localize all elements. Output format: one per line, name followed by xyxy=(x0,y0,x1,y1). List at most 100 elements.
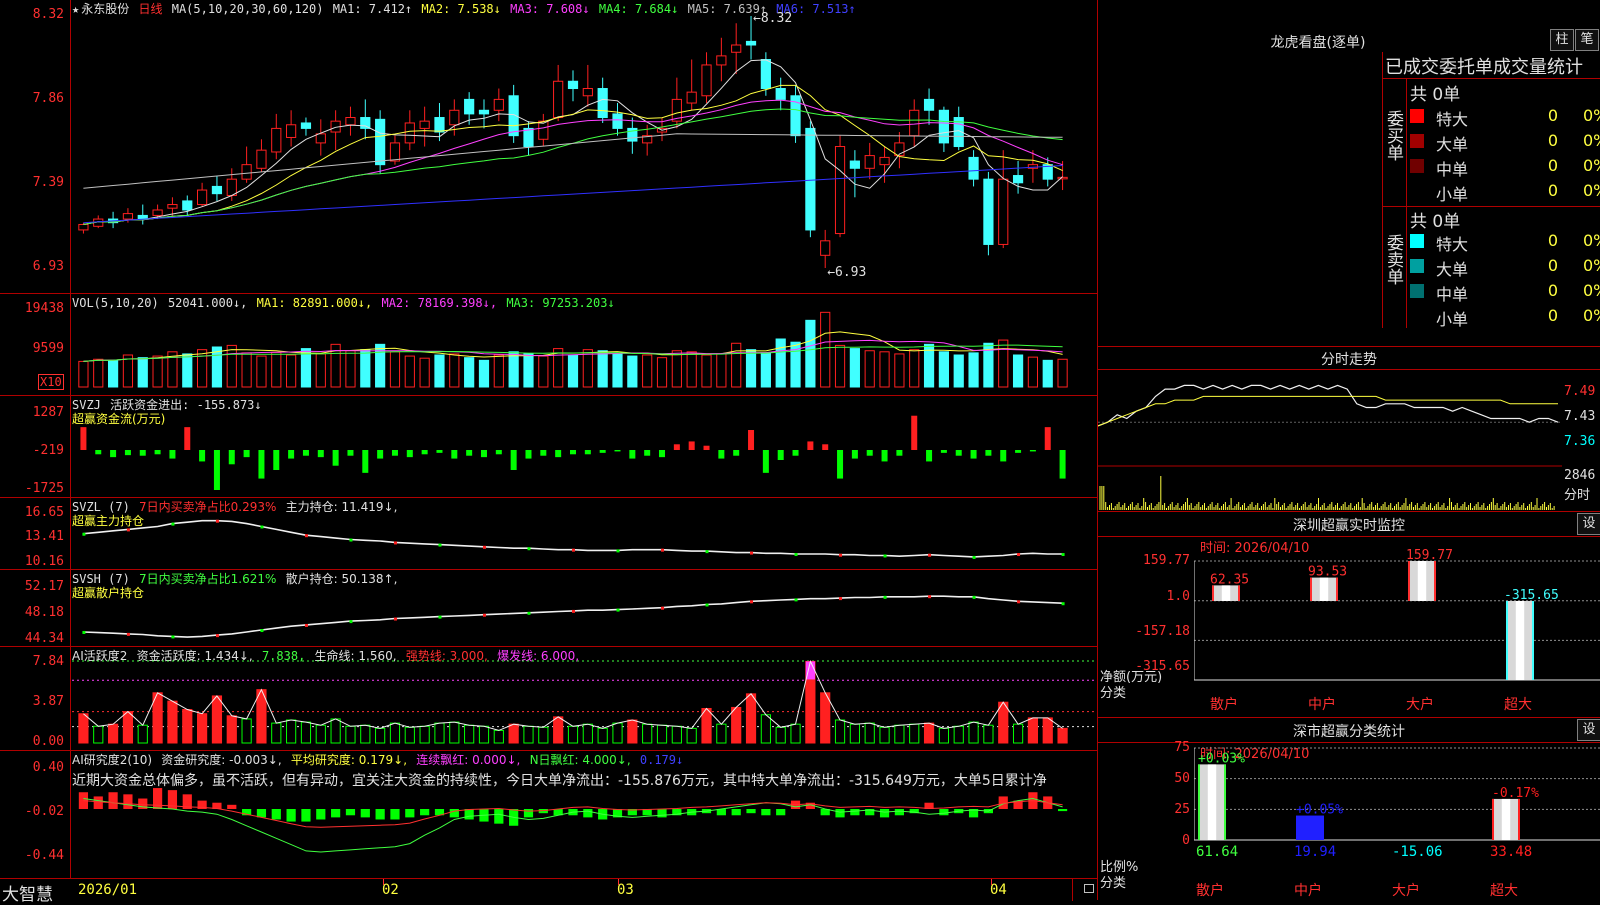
tick-mode-button[interactable]: 笔 xyxy=(1575,29,1599,51)
lock-icon[interactable] xyxy=(1084,884,1094,893)
stats-category-label: 中户 xyxy=(1294,882,1322,899)
volume-bar xyxy=(834,344,846,388)
brand-logo: 大智慧 xyxy=(2,885,53,905)
monitor-category-label: 中户 xyxy=(1308,696,1336,713)
active-bar xyxy=(182,709,193,744)
ai-active-panel[interactable]: 7.84 3.87 0.00 AI活跃度2 资金活跃度: 1.434↓, 7.8… xyxy=(0,647,1098,751)
sell-order-row: 大单 0 0% xyxy=(1408,254,1600,279)
buy-order-count: 0 xyxy=(1547,156,1558,175)
svsh-line-dot xyxy=(794,598,798,602)
research-bar xyxy=(420,809,430,816)
svzj-bar xyxy=(184,427,191,450)
volume-bar xyxy=(612,353,623,388)
active-bar xyxy=(775,726,786,744)
volume-bar xyxy=(226,344,237,388)
sz-stats-panel[interactable]: 深市超赢分类统计 设 时间: 2026/04/10 75 50 25 0 比例%… xyxy=(1098,718,1600,900)
sz-monitor-settings-button[interactable]: 设 xyxy=(1577,513,1600,535)
stats-value-label: 19.94 xyxy=(1294,844,1336,860)
ai-research-chart[interactable] xyxy=(72,751,1096,878)
svsh-line-dot xyxy=(1061,602,1065,606)
sz-stats-chart[interactable]: +0.03% 61.64 散户 +0.05% 19.94 中户 -15.06 大户 -0.17%… xyxy=(1194,743,1600,900)
buy-order-count: 0 xyxy=(1547,131,1558,150)
sell-order-percent: 0% xyxy=(1583,256,1600,275)
svzj-chart[interactable] xyxy=(72,396,1096,497)
monitor-bar-edge xyxy=(1408,561,1410,601)
ai-research-panel[interactable]: 0.40 -0.02 -0.44 AI研究度2(10) 资金研究度: -0.00… xyxy=(0,751,1098,878)
candle-body xyxy=(167,204,178,209)
svzl-line-dot xyxy=(616,549,620,553)
date-label: 04 xyxy=(990,882,1007,898)
active-bar xyxy=(449,721,460,744)
active-bar xyxy=(983,724,994,744)
active-bar xyxy=(567,725,579,744)
date-label: 2026/01 xyxy=(78,882,138,898)
svsh-chart[interactable] xyxy=(72,570,1096,646)
research-bar xyxy=(390,809,400,820)
kline-chart[interactable]: ←8.32 ←6.93 xyxy=(72,0,1096,293)
candle-body xyxy=(256,149,267,169)
svzj-bar xyxy=(377,450,384,459)
intraday-price-high: 7.49 xyxy=(1564,384,1596,399)
candle-body xyxy=(553,80,564,119)
sell-order-count: 0 xyxy=(1547,281,1558,300)
svzj-tick: -1725 xyxy=(24,481,64,496)
candle-body xyxy=(300,122,312,129)
bar-mode-button[interactable]: 柱 xyxy=(1550,29,1574,51)
sell-order-count: 0 xyxy=(1547,231,1558,250)
candle-body xyxy=(775,88,786,100)
candle-body xyxy=(152,209,163,216)
svzj-panel[interactable]: 1287 -219 -1725 SVZJ 活跃资金进出: -155.873↓ 超… xyxy=(0,396,1098,498)
volume-bar xyxy=(760,352,771,388)
sell-order-label: 小单 xyxy=(1436,310,1469,329)
candle-body xyxy=(449,109,460,126)
intraday-panel[interactable]: 分时走势 7.49 7.43 7.36 2846 分时 xyxy=(1098,347,1600,512)
active-bar xyxy=(582,723,593,744)
svsh-tick: 48.18 xyxy=(24,605,64,620)
ai-active-chart[interactable] xyxy=(72,647,1096,750)
sell-side-label: 委卖单 xyxy=(1383,234,1403,285)
svzj-bar xyxy=(154,450,161,455)
order-stats-tabs[interactable]: 已成交委托单成交量统计 xyxy=(1385,53,1600,79)
longhu-panel[interactable]: 龙虎看盘(逐单) 柱 笔 已成交委托单成交量统计 委买单 共 0单 特大00%大… xyxy=(1098,0,1600,347)
volume-bar xyxy=(360,349,371,388)
sz-stats-settings-button[interactable]: 设 xyxy=(1577,719,1600,741)
candle-body xyxy=(493,98,504,111)
svsh-line-dot xyxy=(750,600,754,604)
svzj-bar xyxy=(391,450,398,456)
sell-order-percent: 0% xyxy=(1583,231,1600,250)
svzj-bar xyxy=(926,450,933,462)
volume-chart[interactable] xyxy=(72,294,1096,395)
sell-order-row: 中单 0 0% xyxy=(1408,279,1600,304)
research-bar xyxy=(301,809,311,822)
svzl-tick: 16.65 xyxy=(24,505,64,520)
svzl-chart[interactable] xyxy=(72,498,1096,569)
volume-bar xyxy=(315,353,326,388)
svzj-bar xyxy=(599,450,606,453)
active-bar xyxy=(404,726,415,744)
svsh-panel[interactable]: 52.17 48.18 44.34 SVSH (7) 7日内买卖净占比1.621… xyxy=(0,570,1098,647)
active-bar xyxy=(315,724,326,744)
sz-monitor-panel[interactable]: 深圳超赢实时监控 设 时间: 2026/04/10 159.77 1.0 -15… xyxy=(1098,512,1600,718)
buy-order-color-swatch xyxy=(1410,159,1424,173)
research-bar xyxy=(583,809,593,818)
candle-body xyxy=(478,109,490,115)
sz-stats-title: 深市超赢分类统计 xyxy=(1293,724,1405,740)
intraday-chart[interactable] xyxy=(1098,370,1562,510)
monitor-bar-edge xyxy=(1212,585,1214,601)
svzj-bar xyxy=(555,450,562,458)
research-bar xyxy=(316,809,326,820)
candle-body xyxy=(864,155,875,169)
kline-panel[interactable]: 8.32 7.86 7.39 6.93 ★ 永东股份 日线 MA(5,10,20,… xyxy=(0,0,1098,294)
active-bar xyxy=(1057,727,1068,744)
svzl-panel[interactable]: 16.65 13.41 10.16 SVZL (7) 7日内买卖净占比0.293… xyxy=(0,498,1098,570)
candle-body xyxy=(345,117,356,126)
active-bar xyxy=(271,722,282,744)
sell-order-count: 0 xyxy=(1547,256,1558,275)
volume-panel[interactable]: 19438 9599 X10 VOL(5,10,20) 52041.000↓, … xyxy=(0,294,1098,396)
svzj-bar xyxy=(199,450,206,462)
candle-body xyxy=(923,98,935,111)
monitor-value-label: 93.53 xyxy=(1308,565,1347,580)
svzl-line-dot xyxy=(705,550,709,554)
sz-monitor-chart[interactable]: 62.35 散户 93.53 中户 159.77 大户 -315.65 超大 xyxy=(1194,537,1600,717)
research-bar xyxy=(331,809,341,818)
